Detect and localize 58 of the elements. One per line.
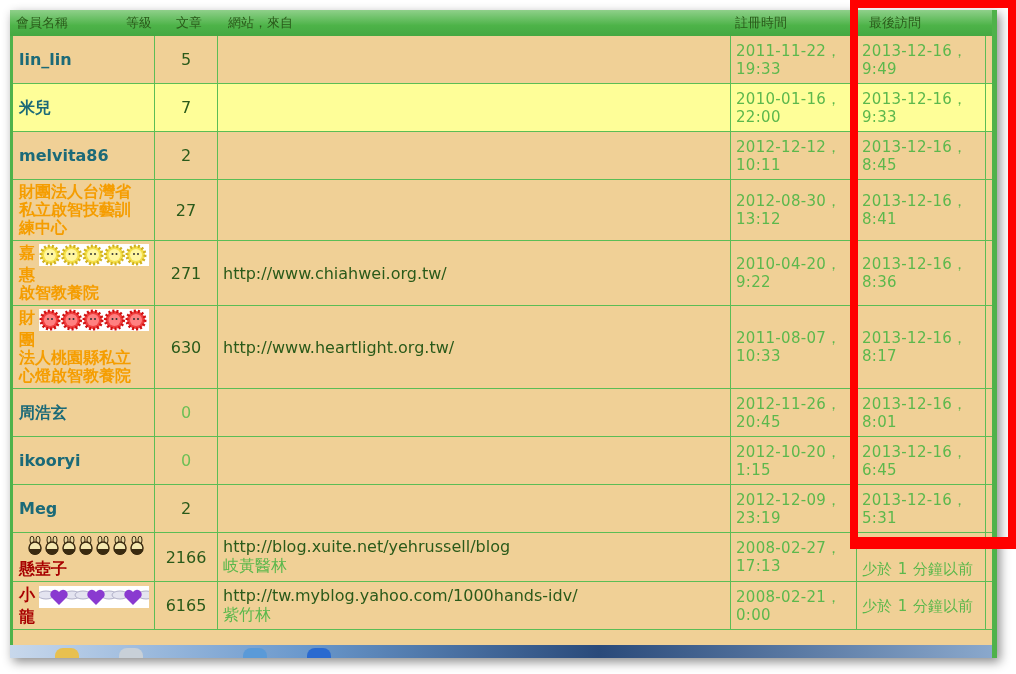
registration-time: 2012-12-09，23:19 <box>736 490 843 527</box>
last-visit-time: 2013-12-16，8:36 <box>862 255 969 291</box>
last-visit-time: 2013-12-16，9:49 <box>862 41 969 78</box>
post-count: 27 <box>175 200 197 220</box>
member-name[interactable]: 龍 <box>19 607 35 626</box>
post-count: 7 <box>180 98 192 117</box>
location-text: 岐黃醫林 <box>223 556 288 577</box>
taskbar-icon[interactable] <box>55 648 79 658</box>
member-name[interactable]: ikooryi <box>19 451 81 470</box>
member-name[interactable]: 米兒 <box>19 98 51 117</box>
registration-time: 2012-12-12，10:11 <box>736 137 843 174</box>
member-name[interactable]: melvita86 <box>19 146 109 165</box>
registration-time: 2012-08-30，13:12 <box>736 192 843 228</box>
registration-time: 2012-10-20，1:15 <box>736 442 843 479</box>
last-visit-time: 2013-12-16，8:01 <box>862 394 969 431</box>
last-visit-time: 2013-12-16，9:33 <box>862 89 969 126</box>
registration-time: 2012-11-26，20:45 <box>736 394 843 431</box>
member-name[interactable]: 小 <box>19 585 35 604</box>
last-visit-time: 2013-12-16，8:45 <box>862 137 969 174</box>
column-header: 會員名稱 <box>15 14 69 32</box>
post-count: 6165 <box>165 596 207 615</box>
column-header: 等級 <box>126 14 153 32</box>
last-visit-time: 2013-12-16，8:17 <box>862 329 969 365</box>
post-count: 2 <box>180 146 192 165</box>
website-link[interactable]: http://www.chiahwei.org.tw/ <box>223 263 725 283</box>
location-text: 紫竹林 <box>223 604 272 626</box>
post-count: 5 <box>180 50 192 69</box>
column-header: 網站，來自 <box>228 14 294 32</box>
registration-time: 2011-11-22，19:33 <box>736 41 843 78</box>
registration-time: 2010-04-20，9:22 <box>736 255 843 291</box>
last-visit-time: 2013-12-16，6:45 <box>862 442 969 479</box>
post-count: 630 <box>170 337 202 357</box>
taskbar-icon[interactable] <box>243 648 267 658</box>
last-visit-time: 2013-12-16，5:31 <box>862 490 969 527</box>
website-link[interactable]: http://www.heartlight.org.tw/ <box>223 337 725 357</box>
registration-time: 2010-01-16，22:00 <box>736 89 843 126</box>
member-name[interactable]: 懸壺子 <box>19 560 67 578</box>
column-header: 最後訪問 <box>868 14 921 32</box>
registration-time: 2008-02-27，17:13 <box>736 539 843 575</box>
member-name[interactable]: lin_lin <box>19 50 72 69</box>
last-visit-time: 少於 1 分鐘以前 <box>862 596 975 615</box>
website-link[interactable]: http://tw.myblog.yahoo.com/1000hands-idv/ <box>223 585 725 605</box>
post-count: 2 <box>180 499 192 518</box>
column-header: 註冊時間 <box>735 14 788 32</box>
registration-time: 2008-02-21，0:00 <box>736 587 843 624</box>
taskbar-icon[interactable] <box>307 648 331 658</box>
post-count: 2166 <box>165 547 207 567</box>
post-count: 271 <box>170 263 202 283</box>
registration-time: 2011-08-07，10:33 <box>736 329 843 365</box>
post-count: 0 <box>180 451 192 470</box>
taskbar-icon[interactable] <box>119 648 143 658</box>
member-name[interactable]: Meg <box>19 499 58 518</box>
last-visit-time: 2013-12-16，8:41 <box>862 192 969 228</box>
column-header: 文章 <box>175 14 203 32</box>
last-visit-time: 少於 1 分鐘以前 <box>862 560 975 578</box>
post-count: 0 <box>180 403 192 422</box>
member-name[interactable]: 周浩玄 <box>19 403 67 422</box>
website-link[interactable]: http://blog.xuite.net/yehrussell/blog <box>223 537 725 556</box>
